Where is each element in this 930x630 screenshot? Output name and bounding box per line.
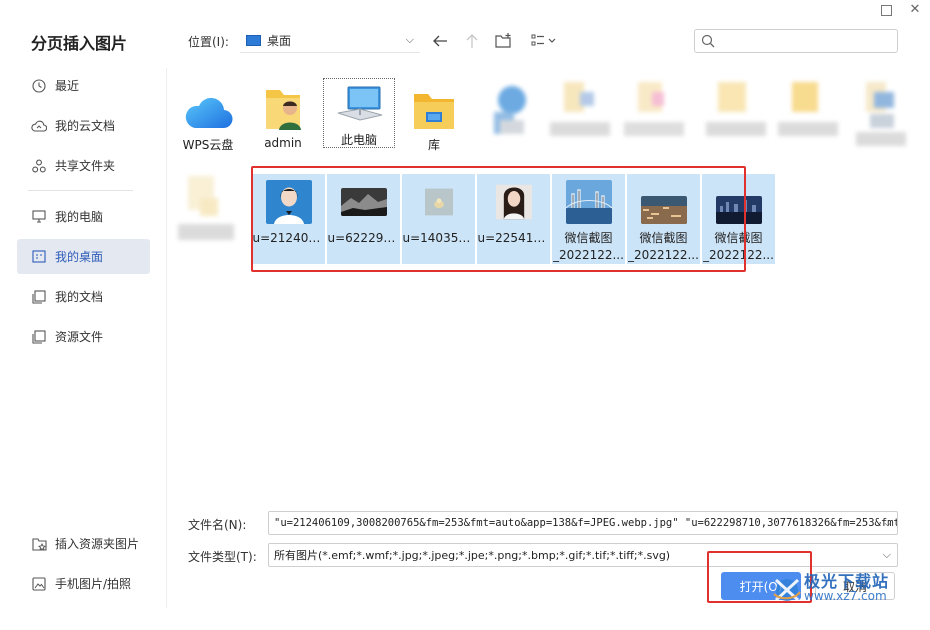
back-button[interactable] xyxy=(430,31,450,51)
sidebar-item-my-documents[interactable]: 我的文档 xyxy=(17,279,150,314)
new-folder-icon xyxy=(495,33,511,48)
sidebar-item-label: 手机图片/拍照 xyxy=(55,577,132,591)
share-icon xyxy=(31,158,47,174)
arrow-up-icon xyxy=(466,34,478,48)
file-name: 此电脑 xyxy=(340,132,377,147)
filetype-value: 所有图片(*.emf;*.wmf;*.jpg;*.jpeg;*.jpe;*.pn… xyxy=(274,549,671,562)
blurred-file-item xyxy=(706,82,766,142)
dialog-title: 分页插入图片 xyxy=(31,34,128,53)
arrow-left-icon xyxy=(433,35,447,47)
desktop-icon xyxy=(246,35,261,46)
watermark-url: www.xz7.com xyxy=(804,589,887,603)
blurred-file-item xyxy=(486,82,538,142)
search-input[interactable] xyxy=(721,32,891,50)
folder-icon xyxy=(31,329,47,345)
sidebar-item-cloud-docs[interactable]: 我的云文档 xyxy=(17,108,150,143)
file-name: 库 xyxy=(427,138,440,152)
chevron-down-icon: ⌵ xyxy=(882,548,891,561)
desktop-icon xyxy=(31,249,47,265)
sidebar-item-my-desktop[interactable]: 我的桌面 xyxy=(17,239,150,274)
chevron-down-icon: ⌵ xyxy=(405,33,414,46)
view-mode-button[interactable] xyxy=(530,31,560,51)
computer-icon xyxy=(331,79,387,127)
filename-input[interactable]: "u=212406109,3008200765&fm=253&fmt=auto&… xyxy=(268,511,898,535)
file-item-admin[interactable]: admin xyxy=(247,82,319,158)
image-folder-icon xyxy=(31,536,47,552)
highlight-box-selection xyxy=(251,166,746,272)
new-folder-button[interactable] xyxy=(494,31,514,51)
sidebar-item-label: 我的桌面 xyxy=(55,250,104,264)
blurred-file-item xyxy=(778,82,838,142)
sidebar-item-label: 我的云文档 xyxy=(55,119,116,133)
clock-icon xyxy=(31,78,47,94)
sidebar-item-insert-resource-images[interactable]: 插入资源夹图片 xyxy=(17,526,150,561)
chevron-down-icon: ⌵ xyxy=(884,516,891,529)
filetype-label: 文件类型(T): xyxy=(188,550,257,564)
monitor-icon xyxy=(31,209,47,225)
view-list-icon xyxy=(531,34,556,46)
blurred-file-item xyxy=(550,82,610,142)
search-icon xyxy=(701,34,715,48)
file-name: WPS云盘 xyxy=(182,138,234,152)
location-value: 桌面 xyxy=(267,34,292,48)
document-icon xyxy=(31,289,47,305)
sidebar-item-resource-files[interactable]: 资源文件 xyxy=(17,319,150,354)
location-label: 位置(I): xyxy=(188,35,229,49)
user-folder-icon xyxy=(255,82,311,132)
filename-value: "u=212406109,3008200765&fm=253&fmt=auto&… xyxy=(274,517,898,529)
search-box[interactable] xyxy=(694,29,898,53)
sidebar-item-shared-folder[interactable]: 共享文件夹 xyxy=(17,148,150,183)
sidebar-item-label: 插入资源夹图片 xyxy=(55,537,140,551)
close-icon[interactable]: ✕ xyxy=(908,3,922,17)
library-icon xyxy=(406,82,462,132)
sidebar-item-label: 共享文件夹 xyxy=(55,159,116,173)
sidebar-item-label: 我的电脑 xyxy=(55,210,104,224)
file-item-library[interactable]: 库 xyxy=(398,82,470,158)
cloud-icon xyxy=(31,118,47,134)
window-controls: ✕ xyxy=(881,3,922,17)
sidebar-item-label: 我的文档 xyxy=(55,290,104,304)
filename-label: 文件名(N): xyxy=(188,518,247,532)
watermark: 极光下载站 www.xz7.com xyxy=(770,574,889,604)
sidebar-item-label: 资源文件 xyxy=(55,330,104,344)
location-dropdown[interactable]: 桌面 ⌵ xyxy=(240,29,420,53)
phone-photo-icon xyxy=(31,576,47,592)
sidebar-item-phone-photos[interactable]: 手机图片/拍照 xyxy=(17,566,150,601)
file-name: admin xyxy=(264,136,302,150)
sidebar: 分页插入图片 最近 我的云文档 共享文件夹 我的电脑 我的桌面 我的文档 资源文… xyxy=(0,0,166,630)
sidebar-divider xyxy=(28,190,133,191)
file-item-this-pc[interactable]: 此电脑 xyxy=(323,78,395,148)
wps-cloud-icon xyxy=(180,82,236,132)
watermark-text: 极光下载站 xyxy=(804,572,890,591)
up-button[interactable] xyxy=(462,31,482,51)
sidebar-item-label: 最近 xyxy=(55,79,80,93)
sidebar-separator xyxy=(166,68,167,608)
blurred-file-item xyxy=(856,82,906,152)
file-item-wps-cloud[interactable]: WPS云盘 xyxy=(172,82,244,158)
sidebar-item-my-computer[interactable]: 我的电脑 xyxy=(17,199,150,234)
sidebar-item-recent[interactable]: 最近 xyxy=(17,68,150,103)
blurred-file-item xyxy=(624,82,684,142)
maximize-icon[interactable] xyxy=(881,5,892,16)
watermark-logo-icon xyxy=(773,578,801,602)
blurred-file-item xyxy=(178,176,238,246)
